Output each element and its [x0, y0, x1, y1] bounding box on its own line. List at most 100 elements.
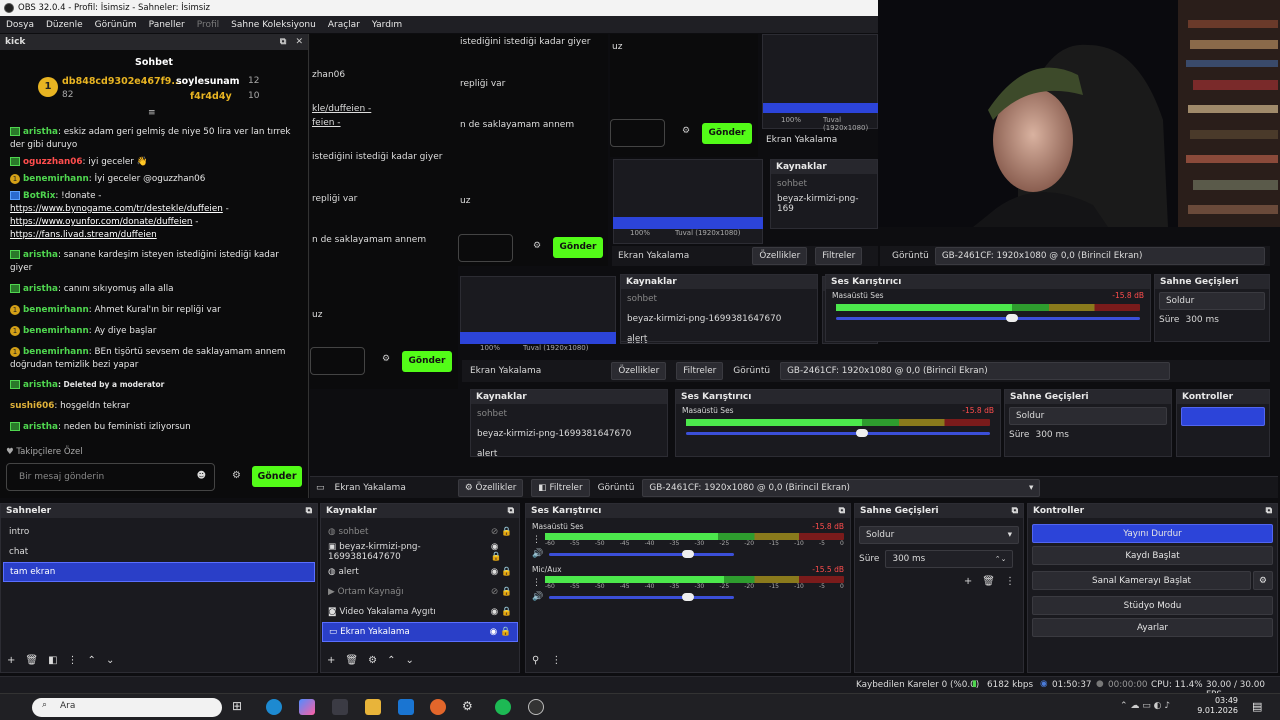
trash-icon[interactable]: 🗑: [345, 655, 358, 666]
properties-button[interactable]: ⚙ Özellikler: [457, 478, 524, 497]
source-item[interactable]: ◍ alert ◉ 🔒: [322, 562, 518, 582]
firefox-icon[interactable]: [430, 699, 446, 715]
source-item-selected[interactable]: ▭ Ekran Yakalama ◉ 🔒: [322, 622, 518, 642]
filters-button[interactable]: ◧ Filtreler: [531, 478, 590, 497]
list-item: 1 benemirhann: İyi geceler @oguzzhan06: [0, 171, 308, 188]
chat-input[interactable]: Bir mesaj gönderin ☻: [6, 463, 215, 491]
tick-label: -5: [818, 583, 825, 590]
copilot-icon[interactable]: [299, 699, 315, 715]
store-icon[interactable]: [332, 699, 348, 715]
followers-mode: ♥ Takipçilere Özel: [6, 447, 83, 457]
duration-label: Süre: [859, 554, 880, 564]
more-icon[interactable]: ⋮: [551, 655, 561, 666]
virtual-camera-button[interactable]: Sanal Kamerayı Başlat: [1032, 571, 1251, 590]
chevron-down-icon[interactable]: ⌄: [405, 655, 413, 666]
menu-view[interactable]: Görünüm: [89, 20, 143, 30]
mail-icon[interactable]: [398, 699, 414, 715]
eye-icon[interactable]: ◉ 🔒: [491, 542, 512, 562]
stepper-icon[interactable]: ⌃⌄: [995, 555, 1007, 563]
float-icon[interactable]: ⧉: [306, 506, 312, 516]
scene-item-chat[interactable]: chat: [3, 542, 315, 562]
tray-icons[interactable]: ⌃ ☁ ▭ ◐ ♪: [1120, 701, 1170, 711]
speaker-icon[interactable]: 🔊: [532, 592, 543, 602]
volume-slider[interactable]: [549, 549, 734, 558]
chevron-up-icon[interactable]: ⌃: [88, 655, 96, 666]
scene-item-intro[interactable]: intro: [3, 522, 315, 542]
source-item[interactable]: ◙ Video Yakalama Aygıtı ◉ 🔒: [322, 602, 518, 622]
eye-hidden-icon[interactable]: ⊘ 🔒: [491, 587, 512, 597]
stop-stream-button[interactable]: Yayını Durdur: [1032, 524, 1273, 543]
donate-link-3[interactable]: https://fans.livad.stream/duffeien: [10, 230, 157, 240]
more-icon[interactable]: ⋮: [1005, 576, 1015, 587]
scene-item-tam-ekran[interactable]: tam ekran: [3, 562, 315, 582]
spotify-icon[interactable]: [495, 699, 511, 715]
add-icon[interactable]: +: [964, 576, 972, 587]
menu-tools[interactable]: Araçlar: [322, 20, 366, 30]
start-recording-button[interactable]: Kaydı Başlat: [1032, 546, 1273, 565]
donate-link-2[interactable]: https://www.oyunfor.com/donate/duffeien: [10, 217, 193, 227]
float-icon[interactable]: ⧉: [280, 37, 286, 47]
trash-icon[interactable]: 🗑: [982, 576, 995, 587]
display-select[interactable]: GB-2461CF: 1920x1080 @ 0,0 (Birincil Ekr…: [642, 478, 1041, 497]
menu-edit[interactable]: Düzenle: [40, 20, 89, 30]
float-icon[interactable]: ⧉: [839, 506, 845, 516]
send-button[interactable]: Gönder: [252, 466, 302, 487]
virtual-camera-settings-icon[interactable]: ⚙: [1253, 571, 1273, 590]
eye-icon[interactable]: ◉ 🔒: [490, 627, 511, 637]
expand-icon[interactable]: ≡: [148, 108, 156, 118]
edge-icon[interactable]: [266, 699, 282, 715]
clock-date[interactable]: 9.01.2026: [1194, 706, 1238, 715]
duration-input[interactable]: 300 ms ⌃⌄: [885, 550, 1014, 568]
monitor-icon: ▭: [329, 627, 338, 637]
transition-select[interactable]: Soldur ▾: [859, 526, 1019, 544]
settings-icon[interactable]: ⚙: [462, 699, 478, 715]
gear-icon[interactable]: ⚙: [368, 655, 377, 666]
speaker-icon[interactable]: 🔊: [532, 549, 543, 559]
audio-mixer-dock: Ses Karıştırıcı ⧉ Masaüstü Ses -15.8 dB ⋮ -6…: [525, 503, 851, 673]
gold-medal-icon: 1: [38, 77, 58, 97]
add-icon[interactable]: +: [327, 655, 335, 666]
list-item: sushi606: hoşgeldn tekrar: [10, 401, 130, 411]
trash-icon[interactable]: 🗑: [25, 655, 38, 666]
channel-name: Mic/Aux: [532, 565, 562, 574]
float-icon[interactable]: ⧉: [508, 506, 514, 516]
source-item[interactable]: ◍ sohbet ⊘ 🔒: [322, 522, 518, 542]
menu-docks[interactable]: Paneller: [143, 20, 191, 30]
menu-scene-collection[interactable]: Sahne Koleksiyonu: [225, 20, 322, 30]
more-icon[interactable]: ⋮: [532, 578, 541, 588]
leader-2-count: 12: [248, 76, 260, 86]
gear-icon[interactable]: ⚙: [232, 470, 241, 481]
task-view-icon[interactable]: ⊞: [232, 699, 248, 715]
chevron-up-icon[interactable]: ⌃: [387, 655, 395, 666]
volume-slider[interactable]: [549, 592, 734, 601]
chevron-down-icon[interactable]: ⌄: [106, 655, 114, 666]
eye-icon[interactable]: ◉ 🔒: [491, 607, 512, 617]
link-icon[interactable]: ⚲: [532, 655, 539, 666]
add-icon[interactable]: +: [7, 655, 15, 666]
settings-button[interactable]: Ayarlar: [1032, 618, 1273, 637]
close-icon[interactable]: ✕: [295, 37, 303, 47]
menu-profile[interactable]: Profil: [191, 20, 225, 30]
obs-icon[interactable]: [528, 699, 544, 715]
volume-meter: [545, 533, 844, 540]
notification-icon[interactable]: ▤: [1252, 700, 1262, 713]
emoji-icon[interactable]: ☻: [197, 471, 206, 481]
source-item[interactable]: ▣ beyaz-kirmizi-png-1699381647670 ◉ 🔒: [322, 542, 518, 562]
studio-mode-button[interactable]: Stüdyo Modu: [1032, 596, 1273, 615]
clock-time[interactable]: 03:49: [1208, 696, 1238, 705]
eye-hidden-icon[interactable]: ⊘ 🔒: [491, 527, 512, 537]
donate-link-1[interactable]: https://www.bynogame.com/tr/destekle/duf…: [10, 204, 223, 214]
eye-icon[interactable]: ◉ 🔒: [491, 567, 512, 577]
more-icon[interactable]: ⋮: [68, 655, 78, 666]
search-input[interactable]: ⌕ Ara: [32, 698, 222, 717]
menu-file[interactable]: Dosya: [0, 20, 40, 30]
float-icon[interactable]: ⧉: [1012, 506, 1018, 516]
more-icon[interactable]: ⋮: [532, 535, 541, 545]
source-item[interactable]: ▶ Ortam Kaynağı ⊘ 🔒: [322, 582, 518, 602]
filter-icon[interactable]: ◧: [48, 655, 57, 666]
menu-help[interactable]: Yardım: [366, 20, 408, 30]
float-icon[interactable]: ⧉: [1266, 506, 1272, 516]
list-item: oguzzhan06: iyi geceler 👋: [0, 154, 308, 171]
folder-icon[interactable]: [365, 699, 381, 715]
menu-bar: Dosya Düzenle Görünüm Paneller Profil Sa…: [0, 16, 878, 33]
